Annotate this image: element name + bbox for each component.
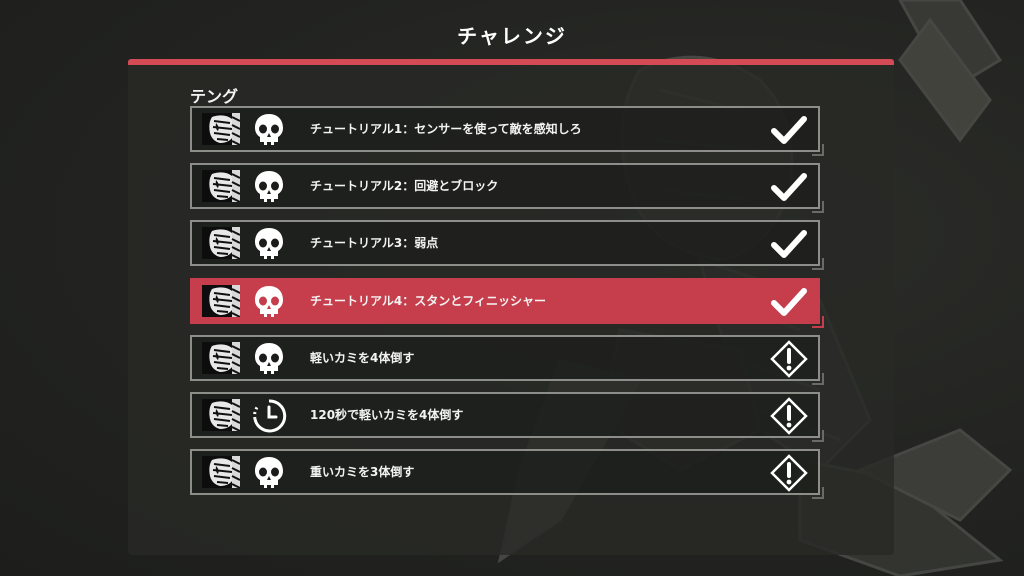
challenge-label: 軽いカミを4体倒す	[310, 351, 415, 365]
warning-diamond-icon	[770, 454, 808, 492]
tengu-portrait-icon	[202, 399, 240, 431]
checkmark-icon	[770, 283, 808, 321]
challenge-label: 120秒で軽いカミを4体倒す	[310, 408, 464, 422]
challenge-label: チュートリアル1：センサーを使って敵を感知しろ	[310, 122, 582, 136]
challenge-row-5[interactable]: 軽いカミを4体倒す	[190, 335, 824, 385]
tengu-portrait-icon	[202, 227, 240, 259]
challenge-label: 重いカミを3体倒す	[310, 465, 415, 479]
challenge-row-6[interactable]: 120秒で軽いカミを4体倒す	[190, 392, 824, 442]
warning-diamond-icon	[770, 397, 808, 435]
challenge-row-7[interactable]: 重いカミを3体倒す	[190, 449, 824, 499]
challenge-row-1[interactable]: チュートリアル1：センサーを使って敵を感知しろ	[190, 106, 824, 156]
section-label: テング	[190, 87, 239, 106]
tengu-portrait-icon	[202, 342, 240, 374]
skull-icon	[250, 168, 288, 206]
checkmark-icon	[770, 111, 808, 149]
challenge-row-3[interactable]: チュートリアル3：弱点	[190, 220, 824, 270]
screen-title: チャレンジ	[457, 24, 567, 48]
skull-icon	[250, 454, 288, 492]
timer-icon	[250, 397, 288, 435]
tengu-portrait-icon	[202, 285, 240, 317]
challenge-label: チュートリアル3：弱点	[310, 236, 439, 250]
skull-icon	[250, 111, 288, 149]
challenge-screen: チャレンジ テング チュートリアル1：センサーを使って敵を感知しろ チュートリアル…	[0, 0, 1024, 576]
challenge-label: チュートリアル2：回避とブロック	[310, 179, 499, 193]
challenge-panel: テング チュートリアル1：センサーを使って敵を感知しろ チュートリアル2：回避とブ…	[128, 59, 894, 555]
panel-accent-bar	[128, 59, 894, 65]
challenge-row-4[interactable]: チュートリアル4：スタンとフィニッシャー	[190, 278, 824, 328]
checkmark-icon	[770, 168, 808, 206]
challenge-label: チュートリアル4：スタンとフィニッシャー	[310, 294, 546, 308]
tengu-portrait-icon	[202, 113, 240, 145]
challenge-row-2[interactable]: チュートリアル2：回避とブロック	[190, 163, 824, 213]
tengu-portrait-icon	[202, 170, 240, 202]
skull-icon	[250, 225, 288, 263]
skull-icon	[250, 340, 288, 378]
warning-diamond-icon	[770, 340, 808, 378]
skull-icon	[250, 283, 288, 321]
checkmark-icon	[770, 225, 808, 263]
tengu-portrait-icon	[202, 456, 240, 488]
